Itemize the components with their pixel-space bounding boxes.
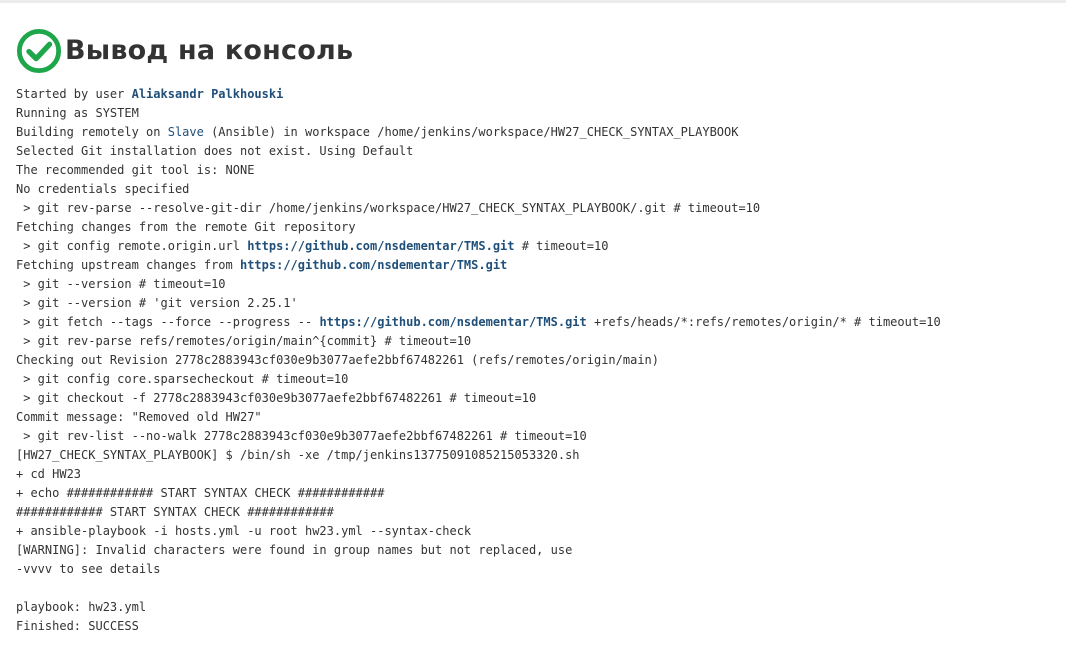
console-text: [WARNING]: Invalid characters were found… bbox=[16, 543, 573, 557]
console-text: Building remotely on bbox=[16, 125, 168, 139]
console-text: (Ansible) in workspace /home/jenkins/wor… bbox=[203, 125, 739, 139]
console-text: > git config core.sparsecheckout # timeo… bbox=[16, 372, 349, 386]
console-line: No credentials specified bbox=[16, 180, 941, 199]
console-line: playbook: hw23.yml bbox=[16, 598, 941, 617]
check-circle-icon-graphic bbox=[16, 28, 62, 74]
repo-link[interactable]: https://github.com/nsdementar/TMS.git bbox=[247, 239, 514, 253]
console-line: + ansible-playbook -i hosts.yml -u root … bbox=[16, 522, 941, 541]
console-text: +refs/heads/*:refs/remotes/origin/* # ti… bbox=[586, 315, 941, 329]
console-line: > git --version # 'git version 2.25.1' bbox=[16, 294, 941, 313]
repo-link[interactable]: https://github.com/nsdementar/TMS.git bbox=[319, 315, 586, 329]
console-line: > git rev-parse --resolve-git-dir /home/… bbox=[16, 199, 941, 218]
user-link[interactable]: Aliaksandr Palkhouski bbox=[132, 87, 284, 101]
page-title: Вывод на консоль bbox=[65, 35, 354, 66]
console-line: Selected Git installation does not exist… bbox=[16, 142, 941, 161]
console-text: Fetching changes from the remote Git rep… bbox=[16, 220, 356, 234]
console-text: Commit message: "Removed old HW27" bbox=[16, 410, 262, 424]
console-line: [WARNING]: Invalid characters were found… bbox=[16, 541, 941, 560]
console-line: > git checkout -f 2778c2883943cf030e9b30… bbox=[16, 389, 941, 408]
console-text: The recommended git tool is: NONE bbox=[16, 163, 255, 177]
console-text: > git --version # 'git version 2.25.1' bbox=[16, 296, 298, 310]
console-text: Running as SYSTEM bbox=[16, 106, 139, 120]
console-line: Finished: SUCCESS bbox=[16, 617, 941, 636]
console-line: > git rev-parse refs/remotes/origin/main… bbox=[16, 332, 941, 351]
console-text: [HW27_CHECK_SYNTAX_PLAYBOOK] $ /bin/sh -… bbox=[16, 448, 580, 462]
console-line: > git config remote.origin.url https://g… bbox=[16, 237, 941, 256]
console-text: Started by user bbox=[16, 87, 132, 101]
console-text: No credentials specified bbox=[16, 182, 190, 196]
console-text: > git --version # timeout=10 bbox=[16, 277, 226, 291]
console-text: Selected Git installation does not exist… bbox=[16, 144, 414, 158]
check-circle-icon bbox=[16, 28, 62, 74]
console-text: > git fetch --tags --force --progress -- bbox=[16, 315, 320, 329]
console-line: > git config core.sparsecheckout # timeo… bbox=[16, 370, 941, 389]
page-header: Вывод на консоль bbox=[16, 27, 353, 75]
console-line: > git rev-list --no-walk 2778c2883943cf0… bbox=[16, 427, 941, 446]
console-text: > git checkout -f 2778c2883943cf030e9b30… bbox=[16, 391, 537, 405]
console-line: -vvvv to see details bbox=[16, 560, 941, 579]
console-text: + ansible-playbook -i hosts.yml -u root … bbox=[16, 524, 472, 538]
console-line: + cd HW23 bbox=[16, 465, 941, 484]
console-text: ############ START SYNTAX CHECK ########… bbox=[16, 505, 334, 519]
console-text: Fetching upstream changes from bbox=[16, 258, 240, 272]
console-text: Finished: SUCCESS bbox=[16, 619, 139, 633]
console-line: > git --version # timeout=10 bbox=[16, 275, 941, 294]
console-line: Fetching changes from the remote Git rep… bbox=[16, 218, 941, 237]
node-link[interactable]: Slave bbox=[168, 125, 204, 139]
console-text: + echo ############ START SYNTAX CHECK #… bbox=[16, 486, 385, 500]
console-line: [HW27_CHECK_SYNTAX_PLAYBOOK] $ /bin/sh -… bbox=[16, 446, 941, 465]
console-text: > git rev-parse --resolve-git-dir /home/… bbox=[16, 201, 761, 215]
console-text: > git config remote.origin.url bbox=[16, 239, 248, 253]
console-line: Checking out Revision 2778c2883943cf030e… bbox=[16, 351, 941, 370]
console-line: Commit message: "Removed old HW27" bbox=[16, 408, 941, 427]
console-line: The recommended git tool is: NONE bbox=[16, 161, 941, 180]
console-line: > git fetch --tags --force --progress --… bbox=[16, 313, 941, 332]
console-line: Started by user Aliaksandr Palkhouski bbox=[16, 85, 941, 104]
console-text: # timeout=10 bbox=[514, 239, 609, 253]
console-line: + echo ############ START SYNTAX CHECK #… bbox=[16, 484, 941, 503]
console-text: playbook: hw23.yml bbox=[16, 600, 147, 614]
console-text: Checking out Revision 2778c2883943cf030e… bbox=[16, 353, 659, 367]
repo-link[interactable]: https://github.com/nsdementar/TMS.git bbox=[240, 258, 507, 272]
console-text: + cd HW23 bbox=[16, 467, 82, 481]
console-line: ############ START SYNTAX CHECK ########… bbox=[16, 503, 941, 522]
console-text: -vvvv to see details bbox=[16, 562, 161, 576]
console-text: > git rev-list --no-walk 2778c2883943cf0… bbox=[16, 429, 587, 443]
console-output: Started by user Aliaksandr Palkhouski Run… bbox=[16, 85, 941, 636]
console-line: Fetching upstream changes from https://g… bbox=[16, 256, 941, 275]
console-text: > git rev-parse refs/remotes/origin/main… bbox=[16, 334, 472, 348]
console-line: Building remotely on Slave (Ansible) in … bbox=[16, 123, 941, 142]
console-output-page: Вывод на консоль Started by user Aliaksa… bbox=[0, 0, 1066, 652]
console-line: Running as SYSTEM bbox=[16, 104, 941, 123]
